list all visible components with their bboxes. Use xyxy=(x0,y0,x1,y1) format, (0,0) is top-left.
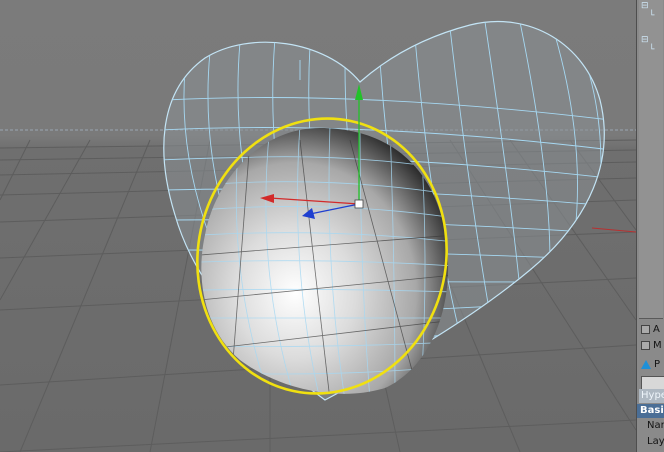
attr-row-a[interactable]: A xyxy=(637,322,664,338)
hypernurbs-icon xyxy=(641,359,651,369)
object-label: P xyxy=(654,359,661,370)
gizmo-center-handle[interactable] xyxy=(354,199,364,209)
checkbox[interactable] xyxy=(641,324,650,334)
tree-expand-icon[interactable]: ⊟ xyxy=(641,2,649,11)
field-name-label: Nar xyxy=(647,420,664,431)
attr-row-label: M xyxy=(653,340,662,351)
attr-row-m[interactable]: M xyxy=(637,338,664,354)
side-panel: ⊟ └ ⊟ └ A M P Hype Basi Nar Lay xyxy=(636,0,664,452)
tree-branch-icon: └ xyxy=(649,45,655,55)
app-window: ⊟ └ ⊟ └ A M P Hype Basi Nar Lay xyxy=(0,0,664,452)
attr-row-label: A xyxy=(653,324,660,335)
viewport-canvas[interactable] xyxy=(0,0,636,452)
object-name-row[interactable]: P xyxy=(637,356,664,374)
tree-expand-icon[interactable]: ⊟ xyxy=(641,36,649,45)
object-manager[interactable]: ⊟ └ ⊟ └ xyxy=(639,0,663,319)
tab-hypernurbs[interactable]: Hype xyxy=(639,389,664,403)
3d-viewport[interactable] xyxy=(0,0,636,452)
search-field[interactable] xyxy=(641,376,664,390)
tree-branch-icon: └ xyxy=(649,11,655,21)
section-basic[interactable]: Basi xyxy=(637,404,664,418)
field-layer-label: Lay xyxy=(647,436,664,447)
world-x-axis xyxy=(591,227,636,233)
checkbox[interactable] xyxy=(641,340,650,350)
